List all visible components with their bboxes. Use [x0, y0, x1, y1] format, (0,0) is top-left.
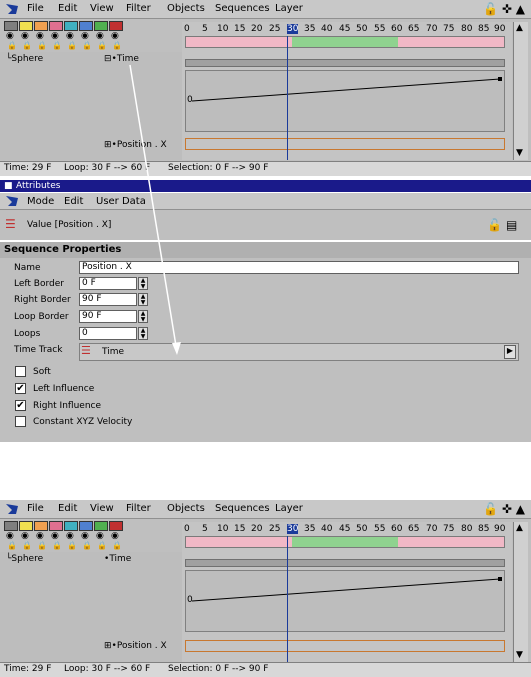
track-list: •Time ⊞•Position . X: [102, 552, 183, 662]
loop-segment: [292, 537, 398, 547]
app-logo-icon: [6, 504, 18, 514]
ruler-tick: 25: [269, 524, 281, 534]
layer-swatch[interactable]: [4, 521, 18, 531]
ruler-tick: 50: [356, 524, 368, 534]
eye-icon[interactable]: ◉: [96, 531, 104, 541]
menu-file[interactable]: File: [27, 503, 44, 514]
ruler-tick: 70: [426, 524, 438, 534]
status-bar: Time: 29 F Loop: 30 F --> 60 F Selection…: [0, 662, 531, 677]
lock-small-icon[interactable]: 🔒: [22, 541, 32, 550]
menu-bar: File Edit View Filter Objects Sequences …: [0, 500, 531, 519]
annotation-arrow: [129, 64, 181, 355]
layer-swatch[interactable]: [34, 521, 48, 531]
layer-swatch[interactable]: [49, 521, 63, 531]
lock-small-icon[interactable]: 🔒: [97, 541, 107, 550]
position-track-bar[interactable]: [185, 640, 505, 652]
scroll-down-icon[interactable]: ▼: [516, 650, 523, 660]
status-loop: Loop: 30 F --> 60 F: [64, 664, 151, 674]
lock-small-icon[interactable]: 🔒: [67, 541, 77, 550]
move-icon[interactable]: ✜: [502, 502, 512, 516]
status-time: Time: 29 F: [4, 664, 52, 674]
menu-sequences[interactable]: Sequences: [215, 503, 270, 514]
menu-layer[interactable]: Layer: [275, 503, 303, 514]
loop-range-bar[interactable]: [185, 536, 505, 548]
ruler-tick: 75: [443, 524, 455, 534]
ruler-tick-current: 30: [287, 524, 299, 534]
eye-icon[interactable]: ◉: [36, 531, 44, 541]
layer-swatch[interactable]: [19, 521, 33, 531]
time-track-bar[interactable]: [185, 559, 505, 567]
layer-swatch[interactable]: [94, 521, 108, 531]
ruler-tick: 20: [251, 524, 263, 534]
ruler-tick: 80: [461, 524, 473, 534]
current-time-marker[interactable]: [287, 536, 288, 662]
menu-edit[interactable]: Edit: [58, 503, 77, 514]
ruler-tick: 10: [217, 524, 229, 534]
status-selection: Selection: 0 F --> 90 F: [168, 664, 269, 674]
eye-icon[interactable]: ◉: [51, 531, 59, 541]
lock-icon[interactable]: 🔓: [483, 502, 498, 516]
track-item-time[interactable]: •Time: [104, 554, 131, 564]
eye-icon[interactable]: ◉: [81, 531, 89, 541]
eye-icon[interactable]: ◉: [111, 531, 119, 541]
lock-small-icon[interactable]: 🔒: [82, 541, 92, 550]
lock-small-icon[interactable]: 🔒: [37, 541, 47, 550]
ruler-tick: 45: [339, 524, 351, 534]
up-icon[interactable]: ▲: [516, 502, 525, 516]
object-label: Sphere: [11, 554, 44, 564]
menu-view[interactable]: View: [90, 503, 114, 514]
curve-area[interactable]: 0: [185, 570, 505, 632]
eye-icon[interactable]: ◉: [6, 531, 14, 541]
eye-icon[interactable]: ◉: [21, 531, 29, 541]
object-list: └Sphere: [0, 552, 103, 662]
ruler-tick: 55: [374, 524, 386, 534]
frame-ruler[interactable]: 0 5 10 15 20 25 30 35 40 45 50 55 60 65 …: [182, 522, 512, 536]
scroll-up-icon[interactable]: ▲: [516, 523, 523, 533]
vertical-scrollbar[interactable]: ▲ ▼: [513, 522, 528, 662]
menu-filter[interactable]: Filter: [126, 503, 151, 514]
menu-objects[interactable]: Objects: [167, 503, 205, 514]
ruler-tick: 0: [184, 524, 190, 534]
track-label: Position . X: [116, 641, 167, 651]
window-controls: 🔓 ✜ ▲: [483, 502, 525, 516]
ruler-tick: 35: [304, 524, 316, 534]
ruler-tick: 5: [202, 524, 208, 534]
timeline-area[interactable]: 0 5 10 15 20 25 30 35 40 45 50 55 60 65 …: [182, 522, 512, 662]
ruler-tick: 60: [391, 524, 403, 534]
ruler-tick: 40: [321, 524, 333, 534]
ruler-tick: 15: [234, 524, 246, 534]
layer-swatch[interactable]: [79, 521, 93, 531]
ruler-tick: 90: [494, 524, 506, 534]
curve-line: [191, 577, 502, 602]
lock-small-icon[interactable]: 🔒: [52, 541, 62, 550]
lock-small-icon[interactable]: 🔒: [7, 541, 17, 550]
lock-small-icon[interactable]: 🔒: [112, 541, 122, 550]
ruler-tick: 85: [478, 524, 490, 534]
track-item-position[interactable]: ⊞•Position . X: [104, 641, 167, 651]
timeline-window-bottom: File Edit View Filter Objects Sequences …: [0, 500, 531, 677]
ruler-tick: 65: [408, 524, 420, 534]
layer-swatch[interactable]: [64, 521, 78, 531]
eye-icon[interactable]: ◉: [66, 531, 74, 541]
layer-swatch[interactable]: [109, 521, 123, 531]
object-item-sphere[interactable]: └Sphere: [6, 554, 43, 564]
track-label: Time: [109, 554, 132, 564]
